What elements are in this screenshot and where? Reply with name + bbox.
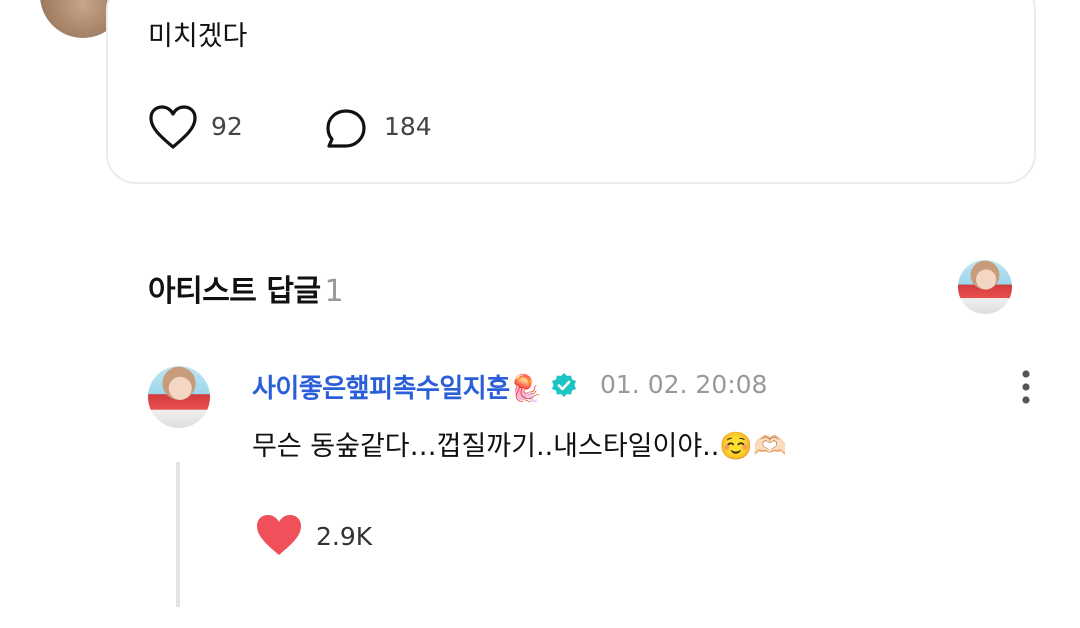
comment-bubble-icon: [326, 109, 366, 148]
reply-author-name[interactable]: 사이좋은햎피촉수일지훈🪼: [252, 368, 542, 405]
author-name-text: 사이좋은햎피촉수일지훈: [252, 374, 510, 404]
reply-text: 무슨 동숲같다…껍질까기..내스타일이야..☺️🫶🏻: [252, 424, 787, 463]
post-text: 미치겠다: [148, 21, 248, 52]
comment-count: 184: [384, 112, 432, 141]
like-count: 92: [211, 112, 243, 141]
heart-filled-icon: [257, 515, 301, 555]
jellyfish-emoji-icon: 🪼: [509, 374, 542, 404]
section-count: 1: [324, 274, 344, 309]
reply-like-count: 2.9K: [316, 522, 373, 551]
artist-profile-avatar[interactable]: [958, 260, 1012, 314]
verified-badge-icon: [550, 372, 578, 400]
thread-line: [176, 462, 180, 607]
comment-button[interactable]: [324, 108, 368, 150]
artist-replies-title: 아티스트 답글 1: [148, 266, 344, 310]
reply-text-body: 무슨 동숲같다…껍질까기..내스타일이야..: [252, 431, 720, 462]
reply-author-avatar[interactable]: [148, 366, 210, 428]
heart-outline-icon: [149, 105, 197, 149]
like-button[interactable]: [148, 104, 198, 150]
section-title-text: 아티스트 답글: [148, 274, 321, 309]
more-vertical-icon: [1022, 370, 1030, 404]
reply-timestamp: 01. 02. 20:08: [600, 370, 768, 399]
reply-emojis: ☺️🫶🏻: [719, 431, 787, 462]
reply-like-button[interactable]: [254, 512, 304, 558]
more-options-button[interactable]: [1016, 368, 1036, 406]
